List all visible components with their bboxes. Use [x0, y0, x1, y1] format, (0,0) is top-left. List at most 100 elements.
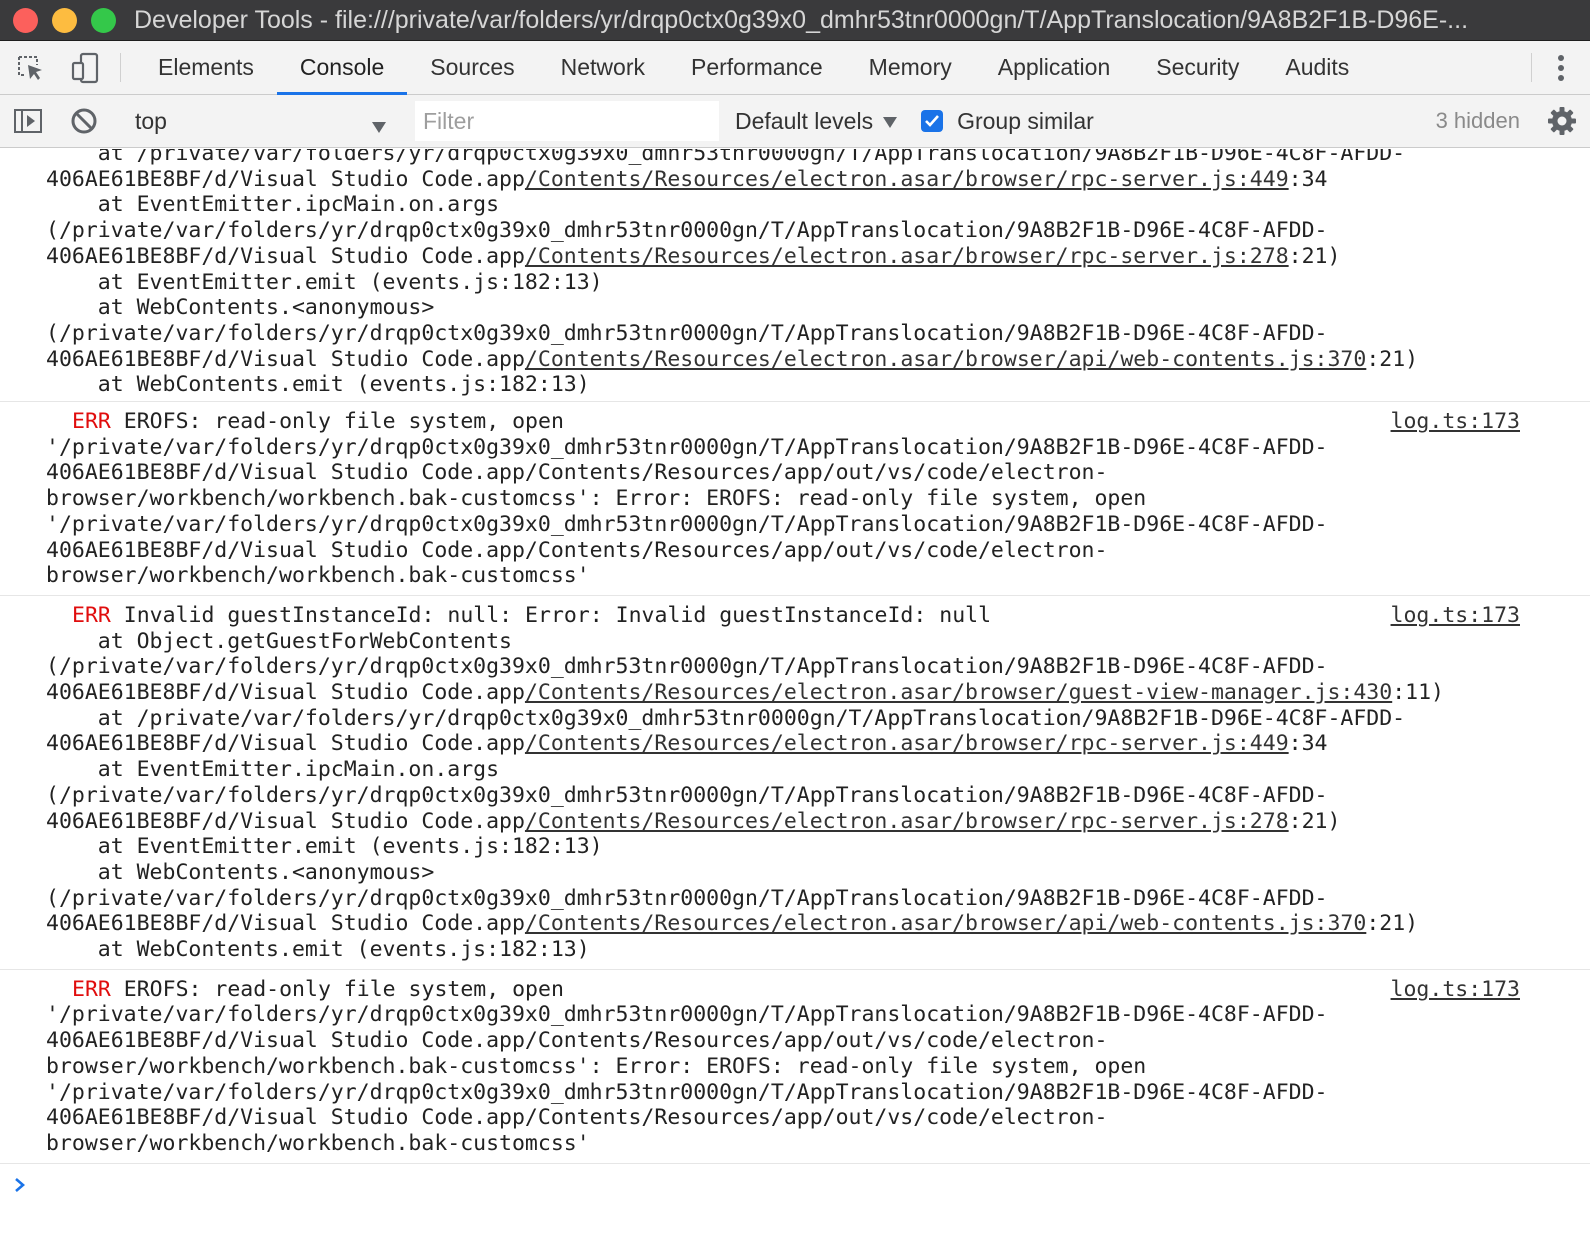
error-level-badge: ERR [72, 409, 111, 434]
tab-performance[interactable]: Performance [668, 41, 846, 94]
message-segment: at WebContents.<anonymous> [46, 859, 435, 885]
log-levels-dropdown[interactable]: Default levels [735, 108, 898, 135]
message-line: ERR EROFS: read-only file system, open [46, 409, 1590, 435]
minimize-window-button[interactable] [52, 7, 77, 33]
message-segment: :21) [1288, 243, 1341, 269]
stack-frame-link[interactable]: /Contents/Resources/electron.asar/browse… [525, 244, 1289, 269]
message-line: at /private/var/folders/yr/drqp0ctx0g39x… [46, 706, 1590, 732]
tab-label: Audits [1285, 54, 1350, 80]
stack-frame-link[interactable]: /Contents/Resources/electron.asar/browse… [525, 809, 1289, 834]
device-toolbar-icon[interactable] [60, 41, 110, 94]
message-segment: browser/workbench/workbench.bak-customcs… [46, 563, 590, 589]
message-line: ERR EROFS: read-only file system, open [46, 977, 1590, 1003]
context-selector[interactable]: top [121, 95, 406, 148]
message-line: at WebContents.emit (events.js:182:13) [46, 372, 1590, 398]
message-segment: at /private/var/folders/yr/drqp0ctx0g39x… [46, 149, 1406, 166]
message-segment: at EventEmitter.ipcMain.on.args [46, 192, 500, 218]
message-segment: :34 [1288, 166, 1328, 192]
message-segment: at WebContents.emit (events.js:182:13) [46, 372, 590, 398]
show-sidebar-icon[interactable] [0, 95, 56, 148]
message-segment: 406AE61BE8BF/d/Visual Studio Code.app [46, 680, 525, 706]
message-segment: at EventEmitter.ipcMain.on.args [46, 757, 500, 783]
message-segment: 406AE61BE8BF/d/Visual Studio Code.app/Co… [46, 460, 1108, 486]
message-line: 406AE61BE8BF/d/Visual Studio Code.app/Co… [46, 680, 1590, 706]
message-line: 406AE61BE8BF/d/Visual Studio Code.app/Co… [46, 460, 1590, 486]
tab-audits[interactable]: Audits [1262, 41, 1372, 94]
tab-label: Console [299, 54, 385, 80]
message-source-link[interactable]: log.ts:173 [1391, 603, 1520, 628]
message-line: browser/workbench/workbench.bak-customcs… [46, 1054, 1590, 1080]
message-line: '/private/var/folders/yr/drqp0ctx0g39x0_… [46, 1002, 1590, 1028]
message-line: at EventEmitter.ipcMain.on.args [46, 192, 1590, 218]
message-segment: 406AE61BE8BF/d/Visual Studio Code.app [46, 731, 525, 757]
gear-icon[interactable] [1540, 106, 1584, 136]
tab-sources[interactable]: Sources [407, 41, 537, 94]
stack-frame-link[interactable]: /Contents/Resources/electron.asar/browse… [525, 680, 1392, 705]
close-window-button[interactable] [13, 7, 38, 33]
message-segment: '/private/var/folders/yr/drqp0ctx0g39x0_… [46, 434, 1328, 460]
tab-label: Performance [691, 54, 823, 80]
message-segment: 406AE61BE8BF/d/Visual Studio Code.app [46, 346, 525, 372]
error-level-badge: ERR [72, 976, 111, 1002]
message-line: at EventEmitter.emit (events.js:182:13) [46, 270, 1590, 296]
inspect-element-icon[interactable] [0, 41, 60, 94]
dropdown-arrow-icon [372, 113, 386, 140]
message-segment: 406AE61BE8BF/d/Visual Studio Code.app/Co… [46, 537, 1108, 563]
message-text: ERR Invalid guestInstanceId: null: Error… [46, 603, 1590, 963]
hidden-messages-count: 3 hidden [1435, 108, 1520, 133]
message-line: at WebContents.<anonymous> [46, 295, 1590, 321]
message-segment: '/private/var/folders/yr/drqp0ctx0g39x0_… [46, 1079, 1328, 1105]
message-source-link[interactable]: log.ts:173 [1391, 977, 1520, 1002]
message-segment: (/private/var/folders/yr/drqp0ctx0g39x0_… [46, 320, 1328, 346]
stack-frame-link[interactable]: /Contents/Resources/electron.asar/browse… [525, 731, 1289, 756]
tab-application[interactable]: Application [975, 41, 1134, 94]
window-controls [13, 7, 116, 33]
group-similar-checkbox[interactable] [921, 110, 944, 132]
toolbar-divider [120, 53, 121, 82]
message-segment: at /private/var/folders/yr/drqp0ctx0g39x… [46, 705, 1406, 731]
message-segment: browser/workbench/workbench.bak-customcs… [46, 1130, 590, 1156]
tab-elements[interactable]: Elements [135, 41, 277, 94]
message-source-link[interactable]: log.ts:173 [1391, 409, 1520, 434]
tab-network[interactable]: Network [538, 41, 668, 94]
message-segment: (/private/var/folders/yr/drqp0ctx0g39x0_… [46, 218, 1328, 244]
message-line: 406AE61BE8BF/d/Visual Studio Code.app/Co… [46, 1105, 1590, 1131]
tab-label: Sources [430, 54, 515, 80]
message-line: browser/workbench/workbench.bak-customcs… [46, 486, 1590, 512]
clear-console-icon[interactable] [56, 95, 112, 148]
message-segment: EROFS: read-only file system, open [110, 976, 564, 1002]
message-line: '/private/var/folders/yr/drqp0ctx0g39x0_… [46, 1080, 1590, 1106]
context-label: top [135, 107, 167, 134]
console-messages: at /private/var/folders/yr/drqp0ctx0g39x… [0, 149, 1590, 1238]
tab-label: Memory [868, 54, 952, 80]
message-segment: (/private/var/folders/yr/drqp0ctx0g39x0_… [46, 782, 1328, 808]
message-segment: Invalid guestInstanceId: null: Error: In… [110, 602, 992, 628]
message-line: 406AE61BE8BF/d/Visual Studio Code.app/Co… [46, 1028, 1590, 1054]
filter-input[interactable] [415, 101, 719, 141]
tab-label: Security [1156, 54, 1240, 80]
message-segment: 406AE61BE8BF/d/Visual Studio Code.app/Co… [46, 1105, 1108, 1131]
tab-memory[interactable]: Memory [846, 41, 975, 94]
tab-security[interactable]: Security [1133, 41, 1262, 94]
stack-frame-link[interactable]: /Contents/Resources/electron.asar/browse… [525, 347, 1366, 372]
message-segment: EROFS: read-only file system, open [110, 409, 564, 434]
window-title: Developer Tools - file:///private/var/fo… [134, 5, 1469, 34]
console-error-message: log.ts:173 ERR Invalid guestInstanceId: n… [0, 596, 1590, 970]
message-line: 406AE61BE8BF/d/Visual Studio Code.app/Co… [46, 911, 1590, 937]
zoom-window-button[interactable] [91, 7, 116, 33]
message-segment: '/private/var/folders/yr/drqp0ctx0g39x0_… [46, 511, 1328, 537]
tab-console[interactable]: Console [276, 41, 408, 95]
stack-frame-link[interactable]: /Contents/Resources/electron.asar/browse… [525, 911, 1366, 936]
message-line: at /private/var/folders/yr/drqp0ctx0g39x… [46, 149, 1590, 167]
stack-frame-link[interactable]: /Contents/Resources/electron.asar/browse… [525, 167, 1289, 192]
console-prompt[interactable] [0, 1164, 1590, 1204]
message-line: browser/workbench/workbench.bak-customcs… [46, 563, 1590, 589]
message-line: (/private/var/folders/yr/drqp0ctx0g39x0_… [46, 321, 1590, 347]
chevron-right-icon [14, 1174, 26, 1199]
more-vertical-icon[interactable] [1532, 41, 1590, 94]
message-segment: at WebContents.emit (events.js:182:13) [46, 937, 590, 963]
message-segment: :11) [1392, 680, 1444, 706]
message-segment: (/private/var/folders/yr/drqp0ctx0g39x0_… [46, 885, 1328, 911]
checkmark-icon [925, 115, 940, 127]
message-segment: at EventEmitter.emit (events.js:182:13) [46, 834, 603, 860]
